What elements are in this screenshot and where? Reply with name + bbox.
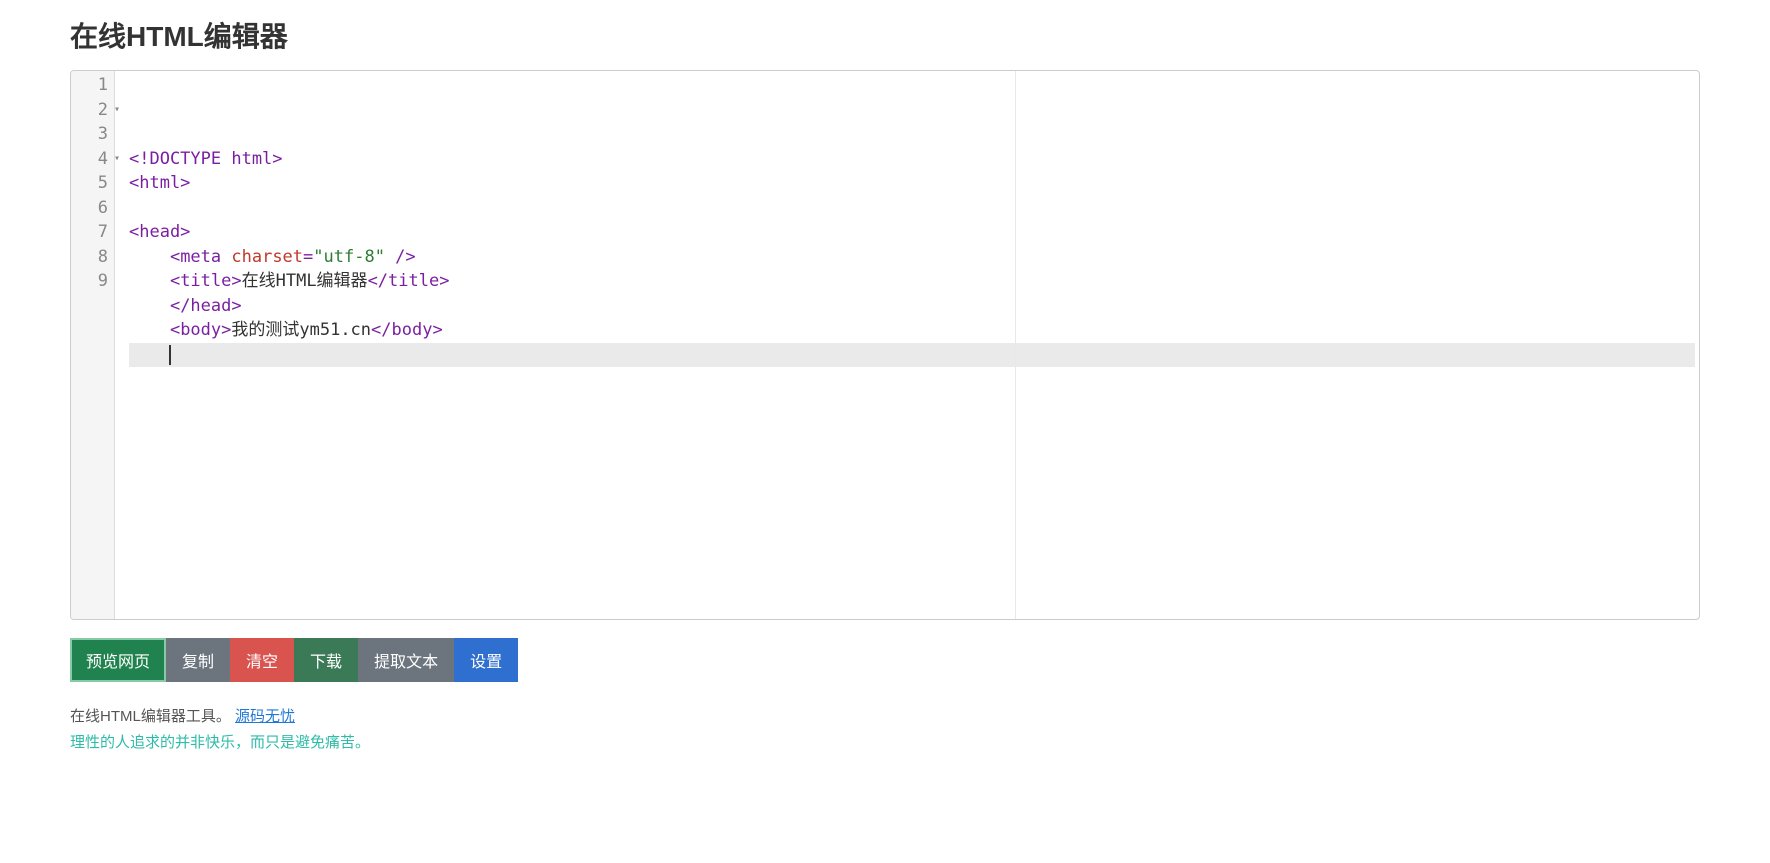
line-number: 7 <box>81 220 108 245</box>
code-line[interactable]: <!DOCTYPE html> <box>129 147 1695 172</box>
code-line[interactable]: </head> <box>129 294 1695 319</box>
source-link[interactable]: 源码无忧 <box>235 708 295 725</box>
line-number: 3 <box>81 122 108 147</box>
print-margin <box>1015 71 1016 619</box>
page-title: 在线HTML编辑器 <box>70 15 1700 55</box>
footer-quote: 理性的人追求的并非快乐，而只是避免痛苦。 <box>70 730 1700 756</box>
code-line[interactable]: <head> <box>129 220 1695 245</box>
code-line[interactable] <box>129 196 1695 221</box>
footer: 在线HTML编辑器工具。 源码无忧 理性的人追求的并非快乐，而只是避免痛苦。 <box>70 704 1700 756</box>
footer-desc: 在线HTML编辑器工具。 <box>70 708 231 725</box>
download-button[interactable]: 下载 <box>294 638 358 682</box>
settings-button[interactable]: 设置 <box>454 638 518 682</box>
code-line[interactable]: <body>我的测试ym51.cn</body> <box>129 318 1695 343</box>
code-editor[interactable]: 12▾34▾56789 <!DOCTYPE html><html> <head> … <box>70 70 1700 620</box>
line-number: 6 <box>81 196 108 221</box>
extract-text-button[interactable]: 提取文本 <box>358 638 454 682</box>
code-area[interactable]: <!DOCTYPE html><html> <head> <meta charse… <box>115 71 1699 619</box>
text-cursor <box>169 345 171 365</box>
code-line[interactable] <box>129 343 1695 368</box>
clear-button[interactable]: 清空 <box>230 638 294 682</box>
line-gutter: 12▾34▾56789 <box>71 71 115 619</box>
preview-button[interactable]: 预览网页 <box>70 638 166 682</box>
line-number: 8 <box>81 245 108 270</box>
toolbar: 预览网页 复制 清空 下载 提取文本 设置 <box>70 638 1700 682</box>
line-number: 5 <box>81 171 108 196</box>
copy-button[interactable]: 复制 <box>166 638 230 682</box>
line-number: 4▾ <box>81 147 108 172</box>
line-number: 2▾ <box>81 98 108 123</box>
line-number: 1 <box>81 73 108 98</box>
code-line[interactable]: <meta charset="utf-8" /> <box>129 245 1695 270</box>
line-number: 9 <box>81 269 108 294</box>
code-line[interactable]: <title>在线HTML编辑器</title> <box>129 269 1695 294</box>
code-line[interactable]: <html> <box>129 171 1695 196</box>
